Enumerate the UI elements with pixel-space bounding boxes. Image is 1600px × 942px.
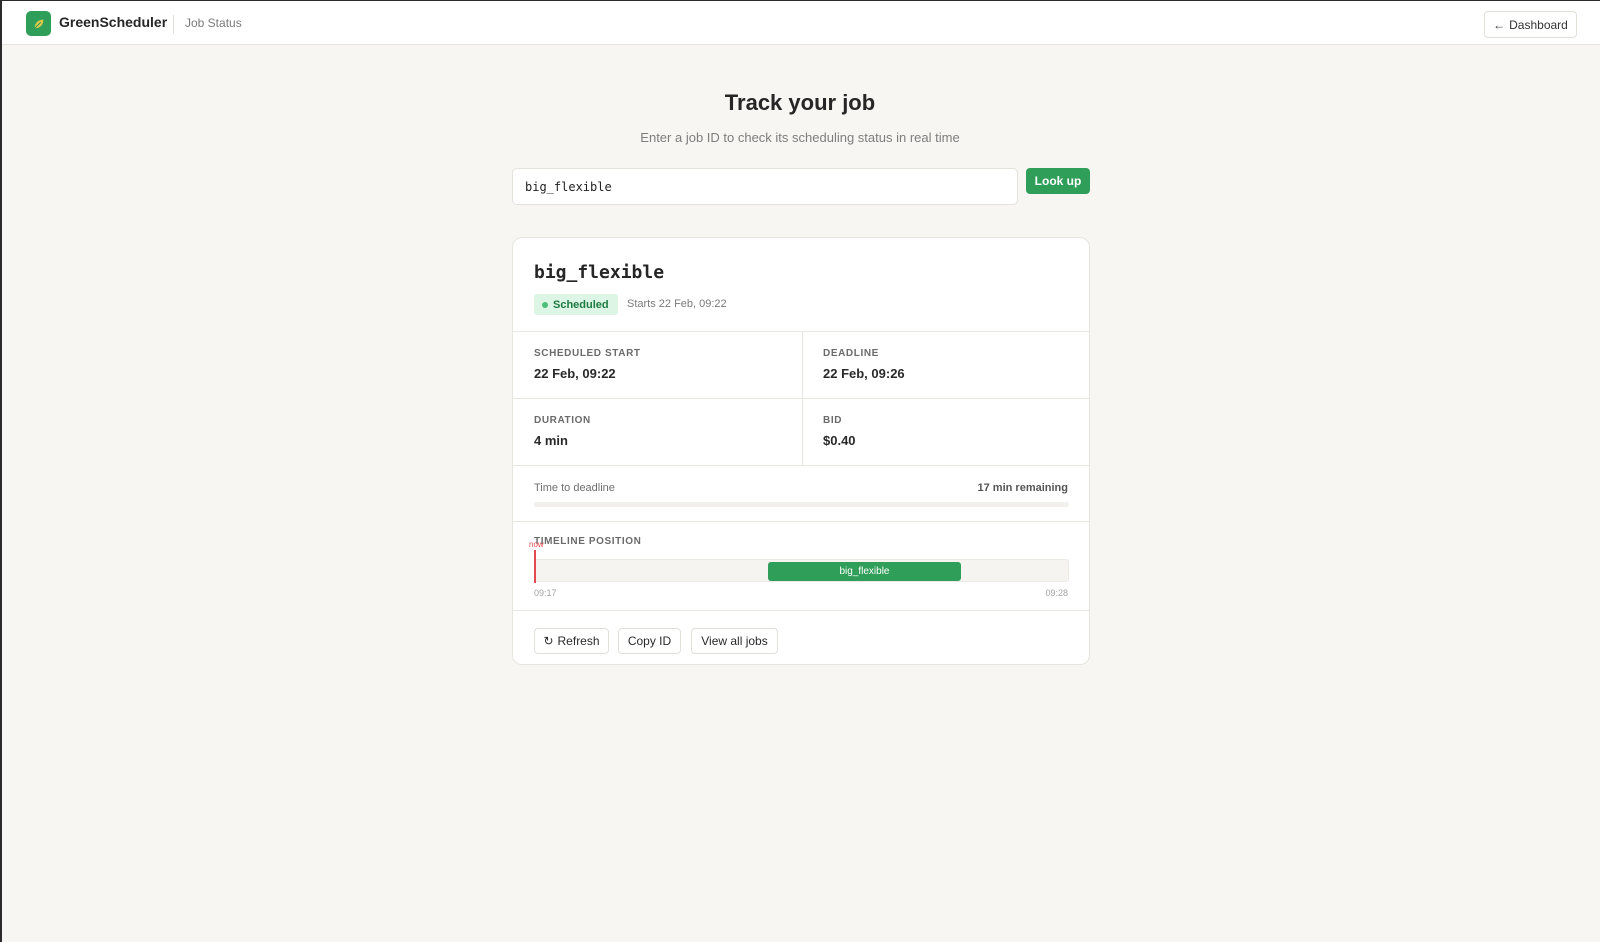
bid-label: Bid — [823, 415, 843, 426]
divider — [513, 465, 1089, 466]
brand-divider — [173, 15, 174, 34]
time-remaining-text: 17 min remaining — [977, 482, 1068, 494]
breadcrumb: Job Status — [185, 16, 242, 30]
divider — [513, 398, 1089, 399]
duration-label: Duration — [534, 415, 591, 426]
timeline-track: big_flexible — [534, 559, 1069, 582]
view-all-jobs-button[interactable]: View all jobs — [691, 628, 778, 654]
arrow-left-icon: ← — [1493, 17, 1506, 32]
timeline-label: TIMELINE POSITION — [534, 536, 642, 547]
copy-id-button[interactable]: Copy ID — [618, 628, 681, 654]
deadline-progress-bar — [534, 502, 1069, 507]
now-label: now — [529, 540, 544, 549]
page-title: Track your job — [724, 90, 876, 115]
timeline-start-time: 09:17 — [534, 588, 557, 598]
time-to-deadline-label: Time to deadline — [534, 482, 615, 494]
starts-text: Starts 22 Feb, 09:22 — [627, 298, 727, 310]
app-name[interactable]: GreenScheduler — [59, 14, 167, 30]
status-badge: Scheduled — [534, 294, 618, 315]
job-id-input[interactable] — [512, 168, 1018, 205]
dashboard-button[interactable]: ← Dashboard — [1484, 11, 1577, 38]
refresh-icon: ↻ — [543, 634, 554, 648]
duration-value: 4 min — [534, 433, 568, 448]
refresh-button-label: Refresh — [557, 634, 600, 648]
timeline-end-time: 09:28 — [1045, 588, 1068, 598]
now-marker — [534, 550, 536, 583]
deadline-value: 22 Feb, 09:26 — [823, 366, 905, 381]
job-title: big_flexible — [534, 262, 665, 283]
dashboard-button-label: Dashboard — [1509, 17, 1568, 32]
view-all-jobs-button-label: View all jobs — [701, 634, 768, 648]
timeline-job-block[interactable]: big_flexible — [767, 562, 962, 581]
status-badge-label: Scheduled — [553, 298, 609, 311]
copy-id-button-label: Copy ID — [627, 634, 672, 648]
page-subtitle: Enter a job ID to check its scheduling s… — [640, 130, 960, 145]
refresh-button[interactable]: ↻ Refresh — [534, 628, 609, 654]
scheduled-start-label: Scheduled start — [534, 348, 641, 359]
status-dot-icon — [542, 301, 548, 308]
leaf-icon[interactable] — [26, 11, 51, 36]
top-bar: GreenScheduler Job Status ← Dashboard — [2, 1, 1600, 45]
divider — [513, 521, 1089, 522]
lookup-button[interactable]: Look up — [1026, 168, 1090, 194]
divider — [513, 610, 1089, 611]
timeline-job-label: big_flexible — [839, 566, 890, 577]
deadline-label: Deadline — [823, 348, 879, 359]
scheduled-start-value: 22 Feb, 09:22 — [534, 366, 616, 381]
bid-value: $0.40 — [823, 433, 856, 448]
job-status-card: big_flexible Scheduled Starts 22 Feb, 09… — [512, 237, 1090, 665]
